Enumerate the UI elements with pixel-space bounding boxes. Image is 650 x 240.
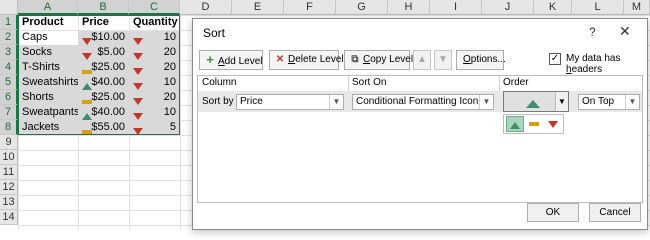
row-header-9[interactable]: 9 bbox=[0, 135, 18, 150]
copy-level-label: opy Level bbox=[370, 54, 414, 65]
yellow-dash-icon bbox=[529, 122, 539, 127]
headers-checkbox[interactable]: ✓ bbox=[549, 53, 561, 65]
position-dropdown[interactable]: On Top ▼ bbox=[578, 94, 640, 110]
chevron-down-icon: ▼ bbox=[555, 92, 568, 111]
column-header-f[interactable]: F bbox=[284, 0, 336, 15]
headers-label-post: eaders bbox=[571, 64, 603, 75]
row-header-12[interactable]: 12 bbox=[0, 180, 18, 195]
row-header-14[interactable]: 14 bbox=[0, 210, 18, 225]
help-button[interactable]: ? bbox=[589, 25, 596, 39]
add-level-accel: A bbox=[218, 56, 225, 67]
copy-icon: ⧉ bbox=[351, 54, 359, 65]
row-header-1[interactable]: 1 bbox=[0, 15, 18, 30]
header-divider bbox=[499, 76, 500, 91]
green-up-arrow-icon bbox=[526, 98, 540, 110]
options-label: ptions... bbox=[470, 54, 506, 65]
chevron-down-icon: ▼ bbox=[625, 95, 639, 109]
sort-on-dropdown[interactable]: Conditional Formatting Icon ▼ bbox=[352, 94, 494, 110]
column-header-m[interactable]: M bbox=[624, 0, 650, 15]
ok-button[interactable]: OK bbox=[527, 203, 579, 222]
column-header-h[interactable]: H bbox=[388, 0, 430, 15]
delete-level-button[interactable]: ✕ Delete Level bbox=[269, 50, 344, 70]
chevron-down-icon: ▼ bbox=[438, 54, 448, 65]
position-dropdown-value: On Top bbox=[582, 96, 615, 107]
option-red-down-arrow[interactable] bbox=[544, 116, 562, 132]
row-header-2[interactable]: 2 bbox=[0, 30, 18, 45]
sort-dialog: Sort ? ✕ + Add Level ✕ Delete Level ⧉ Copy … bbox=[192, 18, 648, 230]
column-header-k[interactable]: K bbox=[534, 0, 572, 15]
column-header-i[interactable]: I bbox=[430, 0, 482, 15]
row-header-11[interactable]: 11 bbox=[0, 165, 18, 180]
column-header-e[interactable]: E bbox=[232, 0, 284, 15]
sort-on-heading: Sort On bbox=[352, 77, 387, 88]
x-icon: ✕ bbox=[275, 54, 285, 65]
column-header-j[interactable]: J bbox=[482, 0, 534, 15]
sort-on-dropdown-value: Conditional Formatting Icon bbox=[356, 96, 479, 107]
delete-level-label: elete Level bbox=[295, 54, 344, 65]
option-green-up-arrow[interactable] bbox=[506, 116, 524, 132]
headers-label-pre: My data has bbox=[566, 53, 621, 64]
row-header-3[interactable]: 3 bbox=[0, 45, 18, 60]
column-header-b[interactable]: B bbox=[78, 0, 129, 15]
header-divider bbox=[348, 76, 349, 91]
selection-border bbox=[18, 15, 180, 135]
sort-levels-table: Column Sort On Order Sort by Price ▼ Cond… bbox=[197, 75, 643, 203]
levels-header: Column Sort On Order bbox=[198, 76, 642, 92]
move-up-button[interactable]: ▲ bbox=[413, 50, 431, 70]
dialog-title: Sort bbox=[203, 26, 226, 40]
order-heading: Order bbox=[503, 77, 529, 88]
add-level-button[interactable]: + Add Level bbox=[199, 50, 263, 70]
row-header-4[interactable]: 4 bbox=[0, 60, 18, 75]
column-header-g[interactable]: G bbox=[336, 0, 388, 15]
add-level-label: dd Level bbox=[224, 56, 263, 67]
order-icon-list bbox=[503, 114, 564, 134]
close-button[interactable]: ✕ bbox=[619, 23, 631, 40]
option-yellow-dash[interactable] bbox=[525, 116, 543, 132]
red-down-arrow-icon bbox=[548, 120, 558, 128]
column-dropdown[interactable]: Price ▼ bbox=[236, 94, 344, 110]
cancel-button[interactable]: Cancel bbox=[589, 203, 641, 222]
options-accel: O bbox=[463, 54, 471, 65]
copy-level-button[interactable]: ⧉ Copy Level bbox=[344, 50, 414, 70]
column-heading: Column bbox=[202, 77, 237, 88]
row-header-7[interactable]: 7 bbox=[0, 105, 18, 120]
headers-checkbox-label[interactable]: My data has headers bbox=[566, 53, 647, 75]
green-up-arrow-icon bbox=[510, 121, 520, 129]
select-all-corner[interactable] bbox=[0, 0, 18, 15]
gridline bbox=[180, 15, 181, 230]
row-header-6[interactable]: 6 bbox=[0, 90, 18, 105]
options-button[interactable]: Options... bbox=[456, 50, 506, 70]
chevron-down-icon: ▼ bbox=[479, 95, 493, 109]
sort-by-label: Sort by bbox=[202, 96, 234, 107]
row-header-8[interactable]: 8 bbox=[0, 120, 18, 135]
column-header-c[interactable]: C bbox=[129, 0, 180, 15]
row-header-5[interactable]: 5 bbox=[0, 75, 18, 90]
plus-icon: + bbox=[206, 52, 214, 67]
column-header-a[interactable]: A bbox=[18, 0, 78, 15]
row-header-13[interactable]: 13 bbox=[0, 195, 18, 210]
chevron-up-icon: ▲ bbox=[417, 54, 427, 65]
row-header-10[interactable]: 10 bbox=[0, 150, 18, 165]
column-header-l[interactable]: L bbox=[572, 0, 624, 15]
move-down-button[interactable]: ▼ bbox=[434, 50, 452, 70]
column-dropdown-value: Price bbox=[240, 96, 263, 107]
chevron-down-icon: ▼ bbox=[329, 95, 343, 109]
order-icon-dropdown[interactable]: ▼ bbox=[503, 91, 569, 112]
column-header-d[interactable]: D bbox=[180, 0, 232, 15]
